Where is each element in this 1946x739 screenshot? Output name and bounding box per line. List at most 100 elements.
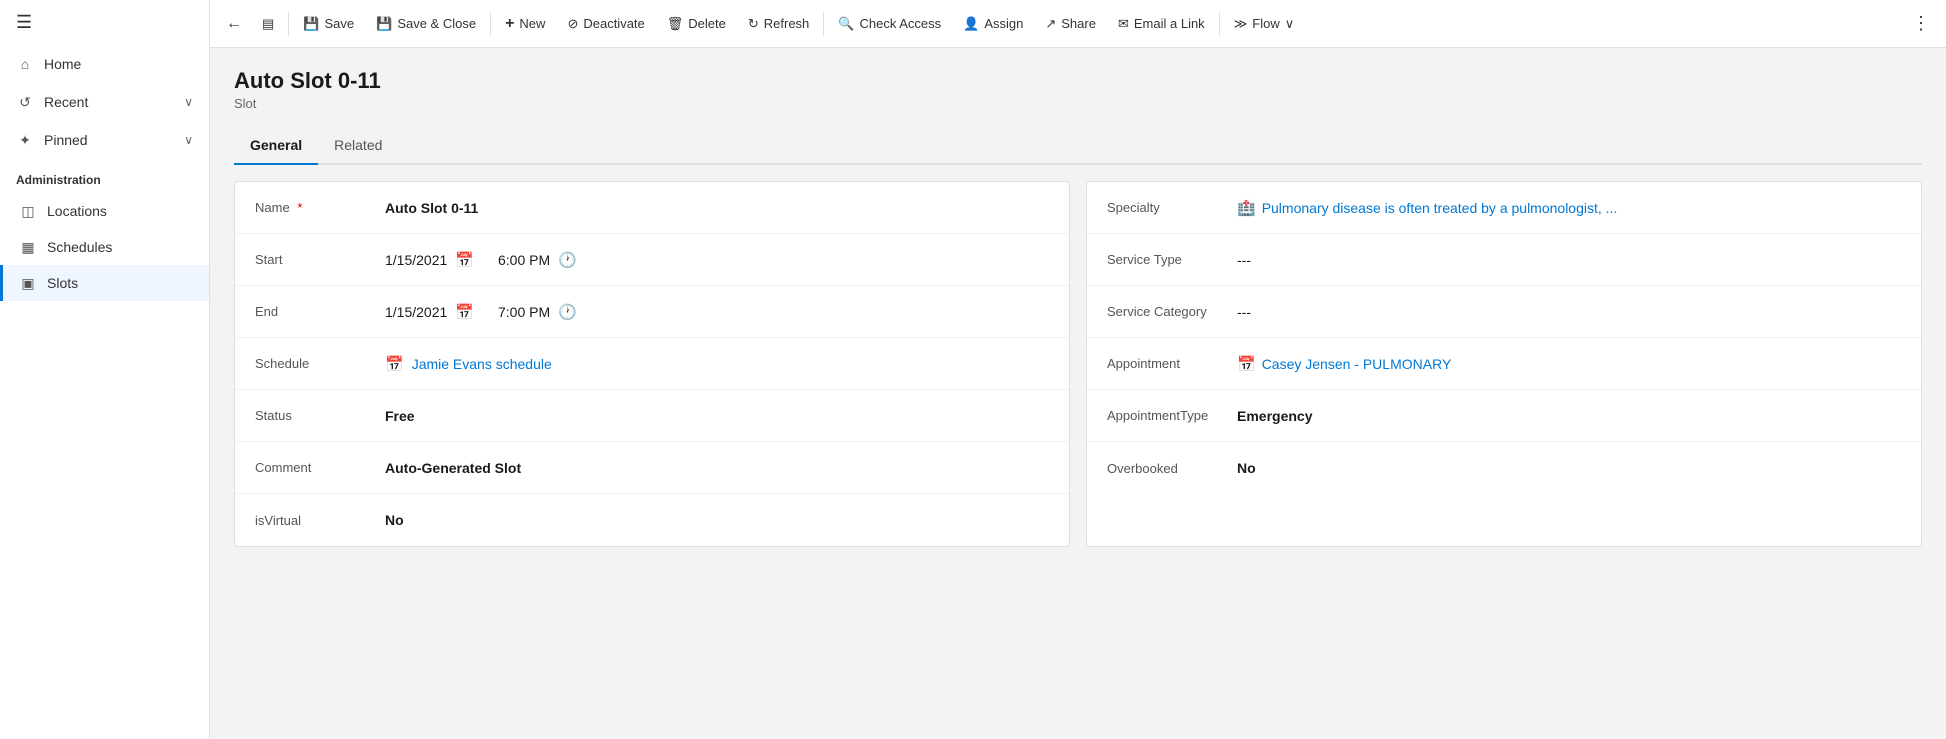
schedule-link-icon: 📅 [385,355,404,373]
chevron-down-icon: ∨ [184,95,193,109]
value-start: 1/15/2021 📅 6:00 PM 🕐 [385,251,1049,269]
check-access-button[interactable]: 🔍 Check Access [828,10,951,38]
page-subtitle: Slot [234,96,1922,111]
value-appointment: 📅 Casey Jensen - PULMONARY [1237,355,1901,373]
email-link-button[interactable]: ✉ Email a Link [1108,10,1215,38]
schedules-icon: ▦ [19,238,37,256]
label-comment: Comment [255,460,385,475]
flow-button[interactable]: ≫ Flow ∨ [1224,10,1305,38]
field-row-specialty: Specialty 🏥 Pulmonary disease is often t… [1087,182,1921,234]
sidebar-item-home[interactable]: ⌂ Home [0,45,209,83]
recent-icon: ↺ [16,93,34,111]
toolbar-divider-1 [288,12,289,36]
field-row-status: Status Free [235,390,1069,442]
value-end: 1/15/2021 📅 7:00 PM 🕐 [385,303,1049,321]
label-schedule: Schedule [255,356,385,371]
share-icon: ↗ [1045,16,1056,32]
value-comment: Auto-Generated Slot [385,460,1049,476]
specialty-link-icon: 🏥 [1237,199,1256,217]
specialty-link[interactable]: 🏥 Pulmonary disease is often treated by … [1237,199,1617,217]
save-button[interactable]: 💾 Save [293,10,364,38]
hamburger-menu[interactable]: ☰ [0,0,209,45]
end-datetime: 1/15/2021 📅 7:00 PM 🕐 [385,303,577,321]
slots-icon: ▣ [19,274,37,292]
field-row-start: Start 1/15/2021 📅 6:00 PM 🕐 [235,234,1069,286]
sidebar-label-home: Home [44,56,81,72]
tab-bar: General Related [234,127,1922,165]
page-title: Auto Slot 0-11 [234,68,1922,94]
delete-button[interactable]: 🗑 Delete [657,10,736,38]
appointment-link[interactable]: 📅 Casey Jensen - PULMONARY [1237,355,1451,373]
required-indicator-name: * [297,200,302,215]
sidebar-label-schedules: Schedules [47,239,112,255]
tab-related[interactable]: Related [318,127,398,165]
field-row-comment: Comment Auto-Generated Slot [235,442,1069,494]
sidebar-item-schedules[interactable]: ▦ Schedules [0,229,209,265]
label-end: End [255,304,385,319]
value-schedule: 📅 Jamie Evans schedule [385,355,1049,373]
value-isvirtual: No [385,512,1049,528]
tab-general[interactable]: General [234,127,318,165]
email-icon: ✉ [1118,16,1129,32]
clock-icon-start[interactable]: 🕐 [558,251,577,269]
label-status: Status [255,408,385,423]
more-options-button[interactable]: ⋮ [1904,7,1938,40]
field-row-service-type: Service Type --- [1087,234,1921,286]
deactivate-icon: ⊘ [567,16,578,32]
start-datetime: 1/15/2021 📅 6:00 PM 🕐 [385,251,577,269]
page-icon-button: ▤ [252,10,284,38]
pin-icon: ✦ [16,131,34,149]
more-icon: ⋮ [1912,13,1930,33]
deactivate-button[interactable]: ⊘ Deactivate [557,10,654,38]
start-time: 6:00 PM [498,252,550,268]
label-service-category: Service Category [1107,304,1237,319]
calendar-icon-start[interactable]: 📅 [455,251,474,269]
appointment-link-icon: 📅 [1237,355,1256,373]
share-button[interactable]: ↗ Share [1035,10,1106,38]
main-panel: ← ▤ 💾 Save 💾 Save & Close + New ⊘ Deacti… [210,0,1946,739]
delete-icon: 🗑 [667,16,684,32]
label-service-type: Service Type [1107,252,1237,267]
sidebar-label-locations: Locations [47,203,107,219]
calendar-icon-end[interactable]: 📅 [455,303,474,321]
back-button[interactable]: ← [218,9,250,39]
sidebar-item-pinned[interactable]: ✦ Pinned ∨ [0,121,209,159]
field-row-isvirtual: isVirtual No [235,494,1069,546]
assign-button[interactable]: 👤 Assign [953,10,1033,38]
field-row-end: End 1/15/2021 📅 7:00 PM 🕐 [235,286,1069,338]
value-specialty: 🏥 Pulmonary disease is often treated by … [1237,199,1901,217]
sidebar-item-slots[interactable]: ▣ Slots [0,265,209,301]
new-icon: + [505,15,514,33]
clock-icon-end[interactable]: 🕐 [558,303,577,321]
home-icon: ⌂ [16,55,34,73]
value-service-category: --- [1237,304,1901,320]
sidebar-label-slots: Slots [47,275,78,291]
sidebar-label-recent: Recent [44,94,88,110]
page-header: Auto Slot 0-11 Slot [234,68,1922,111]
label-specialty: Specialty [1107,200,1237,215]
field-row-overbooked: Overbooked No [1087,442,1921,494]
page-icon: ▤ [262,16,274,32]
flow-icon: ≫ [1234,16,1248,32]
back-icon: ← [226,15,242,32]
toolbar-divider-2 [490,12,491,36]
refresh-button[interactable]: ↻ Refresh [738,10,819,38]
sidebar-section-admin: Administration [0,159,209,193]
sidebar-item-locations[interactable]: ◫ Locations [0,193,209,229]
end-time: 7:00 PM [498,304,550,320]
flow-chevron-icon: ∨ [1285,16,1295,32]
value-service-type: --- [1237,252,1901,268]
locations-icon: ◫ [19,202,37,220]
sidebar-item-recent[interactable]: ↺ Recent ∨ [0,83,209,121]
refresh-icon: ↻ [748,16,759,32]
new-button[interactable]: + New [495,9,555,39]
assign-icon: 👤 [963,16,979,32]
schedule-link[interactable]: Jamie Evans schedule [412,356,1049,372]
form-columns: Name * Auto Slot 0-11 Start 1/15/2021 📅 … [234,181,1922,547]
label-name: Name * [255,200,385,215]
save-close-button[interactable]: 💾 Save & Close [366,10,486,38]
save-icon: 💾 [303,16,319,32]
toolbar: ← ▤ 💾 Save 💾 Save & Close + New ⊘ Deacti… [210,0,1946,48]
value-name: Auto Slot 0-11 [385,200,1049,216]
value-appointment-type: Emergency [1237,408,1901,424]
